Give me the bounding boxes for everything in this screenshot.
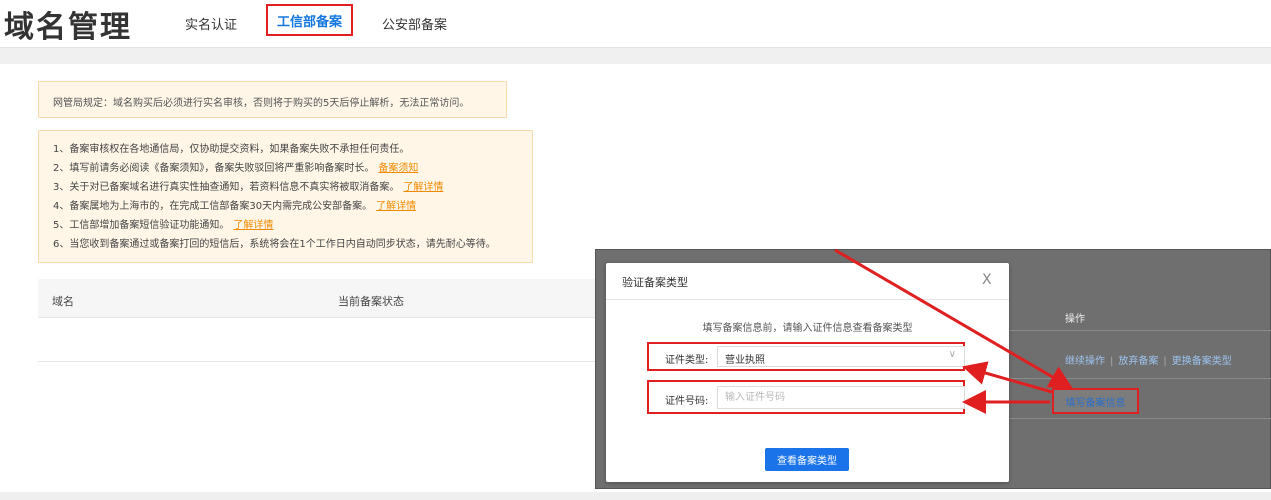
rule-item: 2、填写前请务必阅读《备案须知》，备案失败驳回将严重影响备案时长。 备案须知 xyxy=(53,159,532,178)
rule-text: 4、备案属地为上海市的，在完成工信部备案30天内需完成公安部备案。 xyxy=(53,201,373,212)
details-link[interactable]: 了解详情 xyxy=(233,220,273,231)
rule-text: 6、当您收到备案通过或备案打回的短信后，系统将会在1个工作日内自动同步状态，请先… xyxy=(53,239,496,250)
close-icon[interactable]: X xyxy=(982,272,992,288)
rule-item: 6、当您收到备案通过或备案打回的短信后，系统将会在1个工作日内自动同步状态，请先… xyxy=(53,235,532,254)
column-header-status: 当前备案状态 xyxy=(338,295,404,308)
tab-miit-filing[interactable]: 工信部备案 xyxy=(266,4,353,36)
dialog-title: 验证备案类型 xyxy=(622,276,688,289)
rule-item: 3、关于对已备案域名进行真实性抽查通知，若资料信息不真实将被取消备案。 了解详情 xyxy=(53,178,532,197)
cert-number-input[interactable] xyxy=(717,386,965,409)
rule-text: 2、填写前请务必阅读《备案须知》，备案失败驳回将严重影响备案时长。 xyxy=(53,163,375,174)
page-root: 域名管理 实名认证 工信部备案 公安部备案 网管局规定：域名购买后必须进行实名审… xyxy=(0,0,1271,500)
separator: | xyxy=(1110,356,1114,367)
cert-number-label: 证件号码: xyxy=(665,396,709,407)
rules-box: 1、备案审核权在各地通信局，仅协助提交资料，如果备案失败不承担任何责任。 2、填… xyxy=(38,130,533,263)
filing-notice-link[interactable]: 备案须知 xyxy=(378,163,418,174)
top-header: 域名管理 实名认证 工信部备案 公安部备案 xyxy=(0,0,1271,48)
cert-type-value: 营业执照 xyxy=(725,355,765,366)
continue-button[interactable]: 继续操作 xyxy=(1065,356,1105,367)
row-actions: 继续操作 | 放弃备案 | 更换备案类型 xyxy=(1065,352,1232,367)
dialog-tip: 填写备案信息前，请输入证件信息查看备案类型 xyxy=(702,323,913,334)
chevron-down-icon: ∨ xyxy=(948,349,956,360)
rule-text: 1、备案审核权在各地通信局，仅协助提交资料，如果备案失败不承担任何责任。 xyxy=(53,144,410,155)
tab-police-filing[interactable]: 公安部备案 xyxy=(382,14,447,33)
fill-filing-info-button[interactable]: 填写备案信息 xyxy=(1052,388,1139,414)
rule-item: 1、备案审核权在各地通信局，仅协助提交资料，如果备案失败不承担任何责任。 xyxy=(53,140,532,159)
change-type-button[interactable]: 更换备案类型 xyxy=(1172,356,1232,367)
divider xyxy=(1009,378,1271,379)
rule-item: 4、备案属地为上海市的，在完成工信部备案30天内需完成公安部备案。 了解详情 xyxy=(53,197,532,216)
details-link[interactable]: 了解详情 xyxy=(403,182,443,193)
rule-text: 5、工信部增加备案短信验证功能通知。 xyxy=(53,220,230,231)
page-footer-strip xyxy=(0,492,1271,500)
details-link[interactable]: 了解详情 xyxy=(376,201,416,212)
divider xyxy=(1009,418,1271,419)
cert-type-select[interactable]: 营业执照 ∨ xyxy=(717,346,965,367)
check-filing-type-button[interactable]: 查看备案类型 xyxy=(765,448,849,471)
rule-item: 5、工信部增加备案短信验证功能通知。 了解详情 xyxy=(53,216,532,235)
column-header-domain: 域名 xyxy=(52,295,74,308)
cert-type-label: 证件类型: xyxy=(665,355,709,366)
dialog-header: 验证备案类型 X xyxy=(606,263,1009,300)
rule-text: 3、关于对已备案域名进行真实性抽查通知，若资料信息不真实将被取消备案。 xyxy=(53,182,400,193)
page-title: 域名管理 xyxy=(4,10,132,45)
separator: | xyxy=(1163,356,1167,367)
cert-number-field: 证件号码: xyxy=(647,380,965,414)
abandon-filing-button[interactable]: 放弃备案 xyxy=(1118,356,1158,367)
notice-banner: 网管局规定：域名购买后必须进行实名审核，否则将于购买的5天后停止解析，无法正常访… xyxy=(38,81,507,118)
verify-type-dialog: 验证备案类型 X 填写备案信息前，请输入证件信息查看备案类型 证件类型: 营业执… xyxy=(606,263,1009,482)
column-header-ops: 操作 xyxy=(1065,314,1085,325)
cert-type-field: 证件类型: 营业执照 ∨ xyxy=(647,342,965,371)
tab-real-name[interactable]: 实名认证 xyxy=(185,14,237,33)
divider xyxy=(1009,330,1271,331)
